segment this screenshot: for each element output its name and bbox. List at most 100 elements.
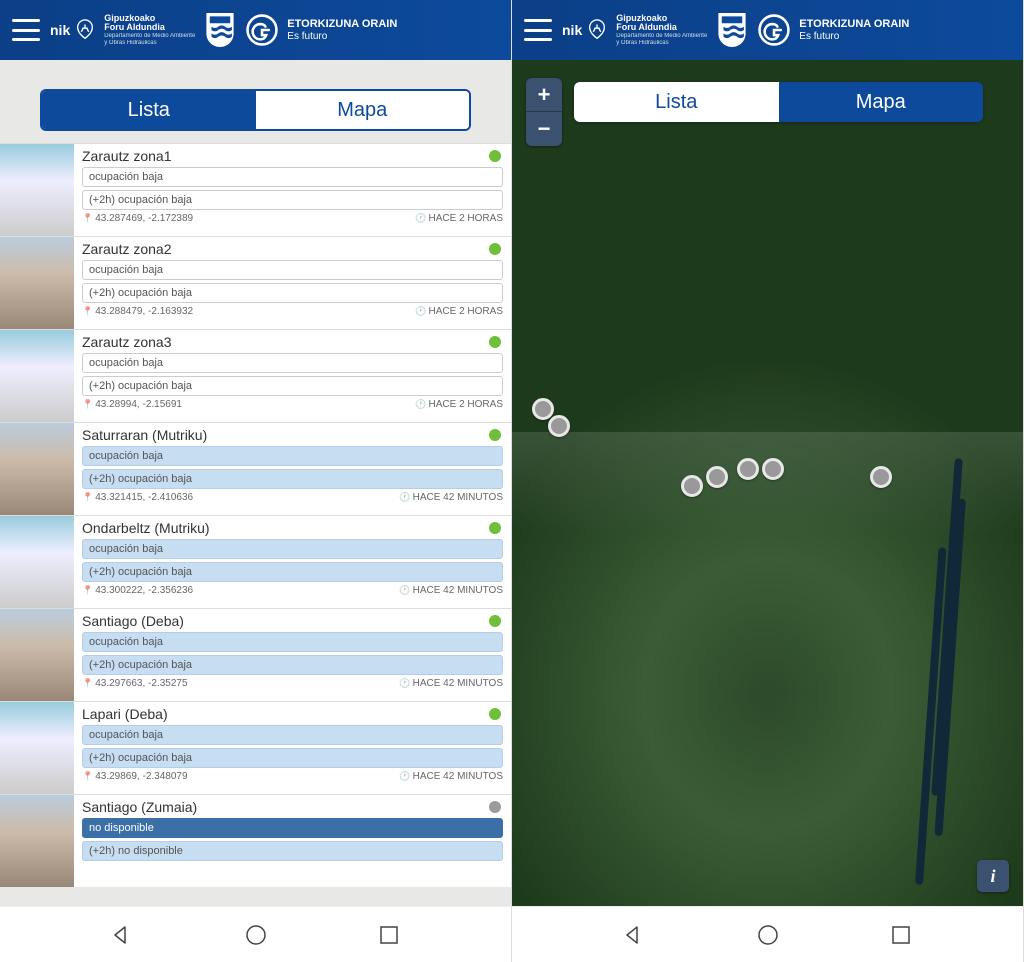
list-item[interactable]: Zarautz zona1ocupación baja(+2h) ocupaci… bbox=[0, 143, 511, 236]
status-dot bbox=[489, 150, 501, 162]
zoom-control: + − bbox=[526, 78, 562, 146]
coordinates: 43.288479, -2.163932 bbox=[82, 306, 193, 317]
beach-title: Zarautz zona1 bbox=[82, 148, 503, 164]
beach-title: Zarautz zona3 bbox=[82, 334, 503, 350]
beach-list[interactable]: Zarautz zona1 ocupación baja (+2h) ocupaci… bbox=[0, 143, 511, 906]
menu-icon[interactable] bbox=[12, 19, 40, 41]
thumbnail bbox=[0, 702, 74, 794]
nik-logo: nik bbox=[562, 19, 608, 41]
home-icon[interactable] bbox=[244, 923, 268, 947]
coordinates: 43.28994, -2.15691 bbox=[82, 399, 182, 410]
status-dot bbox=[489, 243, 501, 255]
tab-lista[interactable]: Lista bbox=[574, 82, 779, 122]
shield-icon bbox=[715, 11, 749, 49]
timestamp: HACE 2 HORAS bbox=[415, 213, 503, 224]
beach-title: Santiago (Deba) bbox=[82, 613, 503, 629]
etorkizuna-text: ETORKIZUNA ORAIN Es futuro bbox=[287, 18, 397, 41]
timestamp: HACE 42 MINUTOS bbox=[399, 492, 503, 503]
zoom-in-button[interactable]: + bbox=[526, 78, 562, 112]
occupancy-field: ocupación baja bbox=[82, 260, 503, 280]
forecast-field: (+2h) no disponible bbox=[82, 841, 503, 861]
forecast-field: (+2h) ocupación baja bbox=[82, 562, 503, 582]
view-tabs: Lista Mapa bbox=[574, 82, 983, 122]
foru-logo-text: Gipuzkoako Foru Aldundia Departamento de… bbox=[616, 14, 707, 47]
list-panel: nik Gipuzkoako Foru Aldundia Departament… bbox=[0, 0, 512, 962]
forecast-field: (+2h) ocupación baja bbox=[82, 748, 503, 768]
status-dot bbox=[489, 801, 501, 813]
tab-mapa[interactable]: Mapa bbox=[256, 91, 470, 129]
status-dot bbox=[489, 336, 501, 348]
status-dot bbox=[489, 522, 501, 534]
map-marker[interactable] bbox=[762, 458, 784, 480]
home-icon[interactable] bbox=[756, 923, 780, 947]
android-navbar bbox=[0, 906, 511, 962]
list-item[interactable]: Santiago (Deba) ocupación baja (+2h) ocupa… bbox=[0, 608, 511, 701]
back-icon[interactable] bbox=[110, 923, 134, 947]
status-dot bbox=[489, 615, 501, 627]
zoom-out-button[interactable]: − bbox=[526, 112, 562, 146]
timestamp: HACE 2 HORAS bbox=[415, 399, 503, 410]
occupancy-field: no disponible bbox=[82, 818, 503, 838]
thumbnail bbox=[0, 237, 74, 329]
etorkizuna-text: ETORKIZUNA ORAIN Es futuro bbox=[799, 18, 909, 41]
list-item[interactable]: Lapari (Deba) ocupación baja (+2h) ocupaci… bbox=[0, 701, 511, 794]
map-panel: nik Gipuzkoako Foru Aldundia Departament… bbox=[512, 0, 1024, 962]
coordinates: 43.297663, -2.35275 bbox=[82, 678, 188, 689]
list-item[interactable]: Zarautz zona3 ocupación baja (+2h) ocupaci… bbox=[0, 329, 511, 422]
timestamp: HACE 42 MINUTOS bbox=[399, 771, 503, 782]
occupancy-field: ocupación baja bbox=[82, 167, 503, 187]
occupancy-field: ocupación baja bbox=[82, 353, 503, 373]
timestamp: HACE 42 MINUTOS bbox=[399, 678, 503, 689]
android-navbar bbox=[512, 906, 1023, 962]
beach-title: Lapari (Deba) bbox=[82, 706, 503, 722]
thumbnail bbox=[0, 330, 74, 422]
thumbnail bbox=[0, 795, 74, 887]
occupancy-field: ocupación baja bbox=[82, 632, 503, 652]
timestamp: HACE 42 MINUTOS bbox=[399, 585, 503, 596]
app-header: nik Gipuzkoako Foru Aldundia Departament… bbox=[512, 0, 1023, 60]
menu-icon[interactable] bbox=[524, 19, 552, 41]
foru-logo-text: Gipuzkoako Foru Aldundia Departamento de… bbox=[104, 14, 195, 47]
list-item[interactable]: Zarautz zona2 ocupación baja (+2h) ocupaci… bbox=[0, 236, 511, 329]
forecast-field: (+2h) ocupación baja bbox=[82, 655, 503, 675]
forecast-field: (+2h) ocupación baja bbox=[82, 469, 503, 489]
occupancy-field: ocupación baja bbox=[82, 446, 503, 466]
app-header: nik Gipuzkoako Foru Aldundia Departament… bbox=[0, 0, 511, 60]
g-logo-icon bbox=[757, 13, 791, 47]
back-icon[interactable] bbox=[622, 923, 646, 947]
coordinates: 43.287469, -2.172389 bbox=[82, 213, 193, 224]
map-canvas[interactable]: + − Lista Mapa i bbox=[512, 60, 1023, 906]
beach-title: Saturraran (Mutriku) bbox=[82, 427, 503, 443]
occupancy-field: ocupación baja bbox=[82, 725, 503, 745]
map-marker[interactable] bbox=[870, 466, 892, 488]
tab-mapa[interactable]: Mapa bbox=[779, 82, 984, 122]
timestamp: HACE 2 HORAS bbox=[415, 306, 503, 317]
map-marker[interactable] bbox=[737, 458, 759, 480]
thumbnail bbox=[0, 423, 74, 515]
thumbnail bbox=[0, 144, 74, 236]
status-dot bbox=[489, 429, 501, 441]
status-dot bbox=[489, 708, 501, 720]
list-item[interactable]: Saturraran (Mutriku) ocupación baja (+2h) … bbox=[0, 422, 511, 515]
header-logos: nik Gipuzkoako Foru Aldundia Departament… bbox=[562, 11, 1011, 49]
beach-title: Ondarbeltz (Mutriku) bbox=[82, 520, 503, 536]
coordinates: 43.300222, -2.356236 bbox=[82, 585, 193, 596]
beach-title: Zarautz zona2 bbox=[82, 241, 503, 257]
view-tabs: Lista Mapa bbox=[40, 89, 471, 131]
tab-lista[interactable]: Lista bbox=[42, 91, 256, 129]
map-marker[interactable] bbox=[548, 415, 570, 437]
info-button[interactable]: i bbox=[977, 860, 1009, 892]
thumbnail bbox=[0, 609, 74, 701]
beach-title: Santiago (Zumaia) bbox=[82, 799, 503, 815]
forecast-field: (+2h) ocupación baja bbox=[82, 376, 503, 396]
occupancy-field: ocupación baja bbox=[82, 539, 503, 559]
shield-icon bbox=[203, 11, 237, 49]
coordinates: 43.29869, -2.348079 bbox=[82, 771, 188, 782]
coordinates: 43.321415, -2.410636 bbox=[82, 492, 193, 503]
list-item[interactable]: Santiago (Zumaia) no disponible (+2h) no d… bbox=[0, 794, 511, 887]
forecast-field: (+2h) ocupación baja bbox=[82, 283, 503, 303]
recents-icon[interactable] bbox=[889, 923, 913, 947]
recents-icon[interactable] bbox=[377, 923, 401, 947]
map-marker[interactable] bbox=[681, 475, 703, 497]
list-item[interactable]: Ondarbeltz (Mutriku) ocupación baja (+2h) … bbox=[0, 515, 511, 608]
